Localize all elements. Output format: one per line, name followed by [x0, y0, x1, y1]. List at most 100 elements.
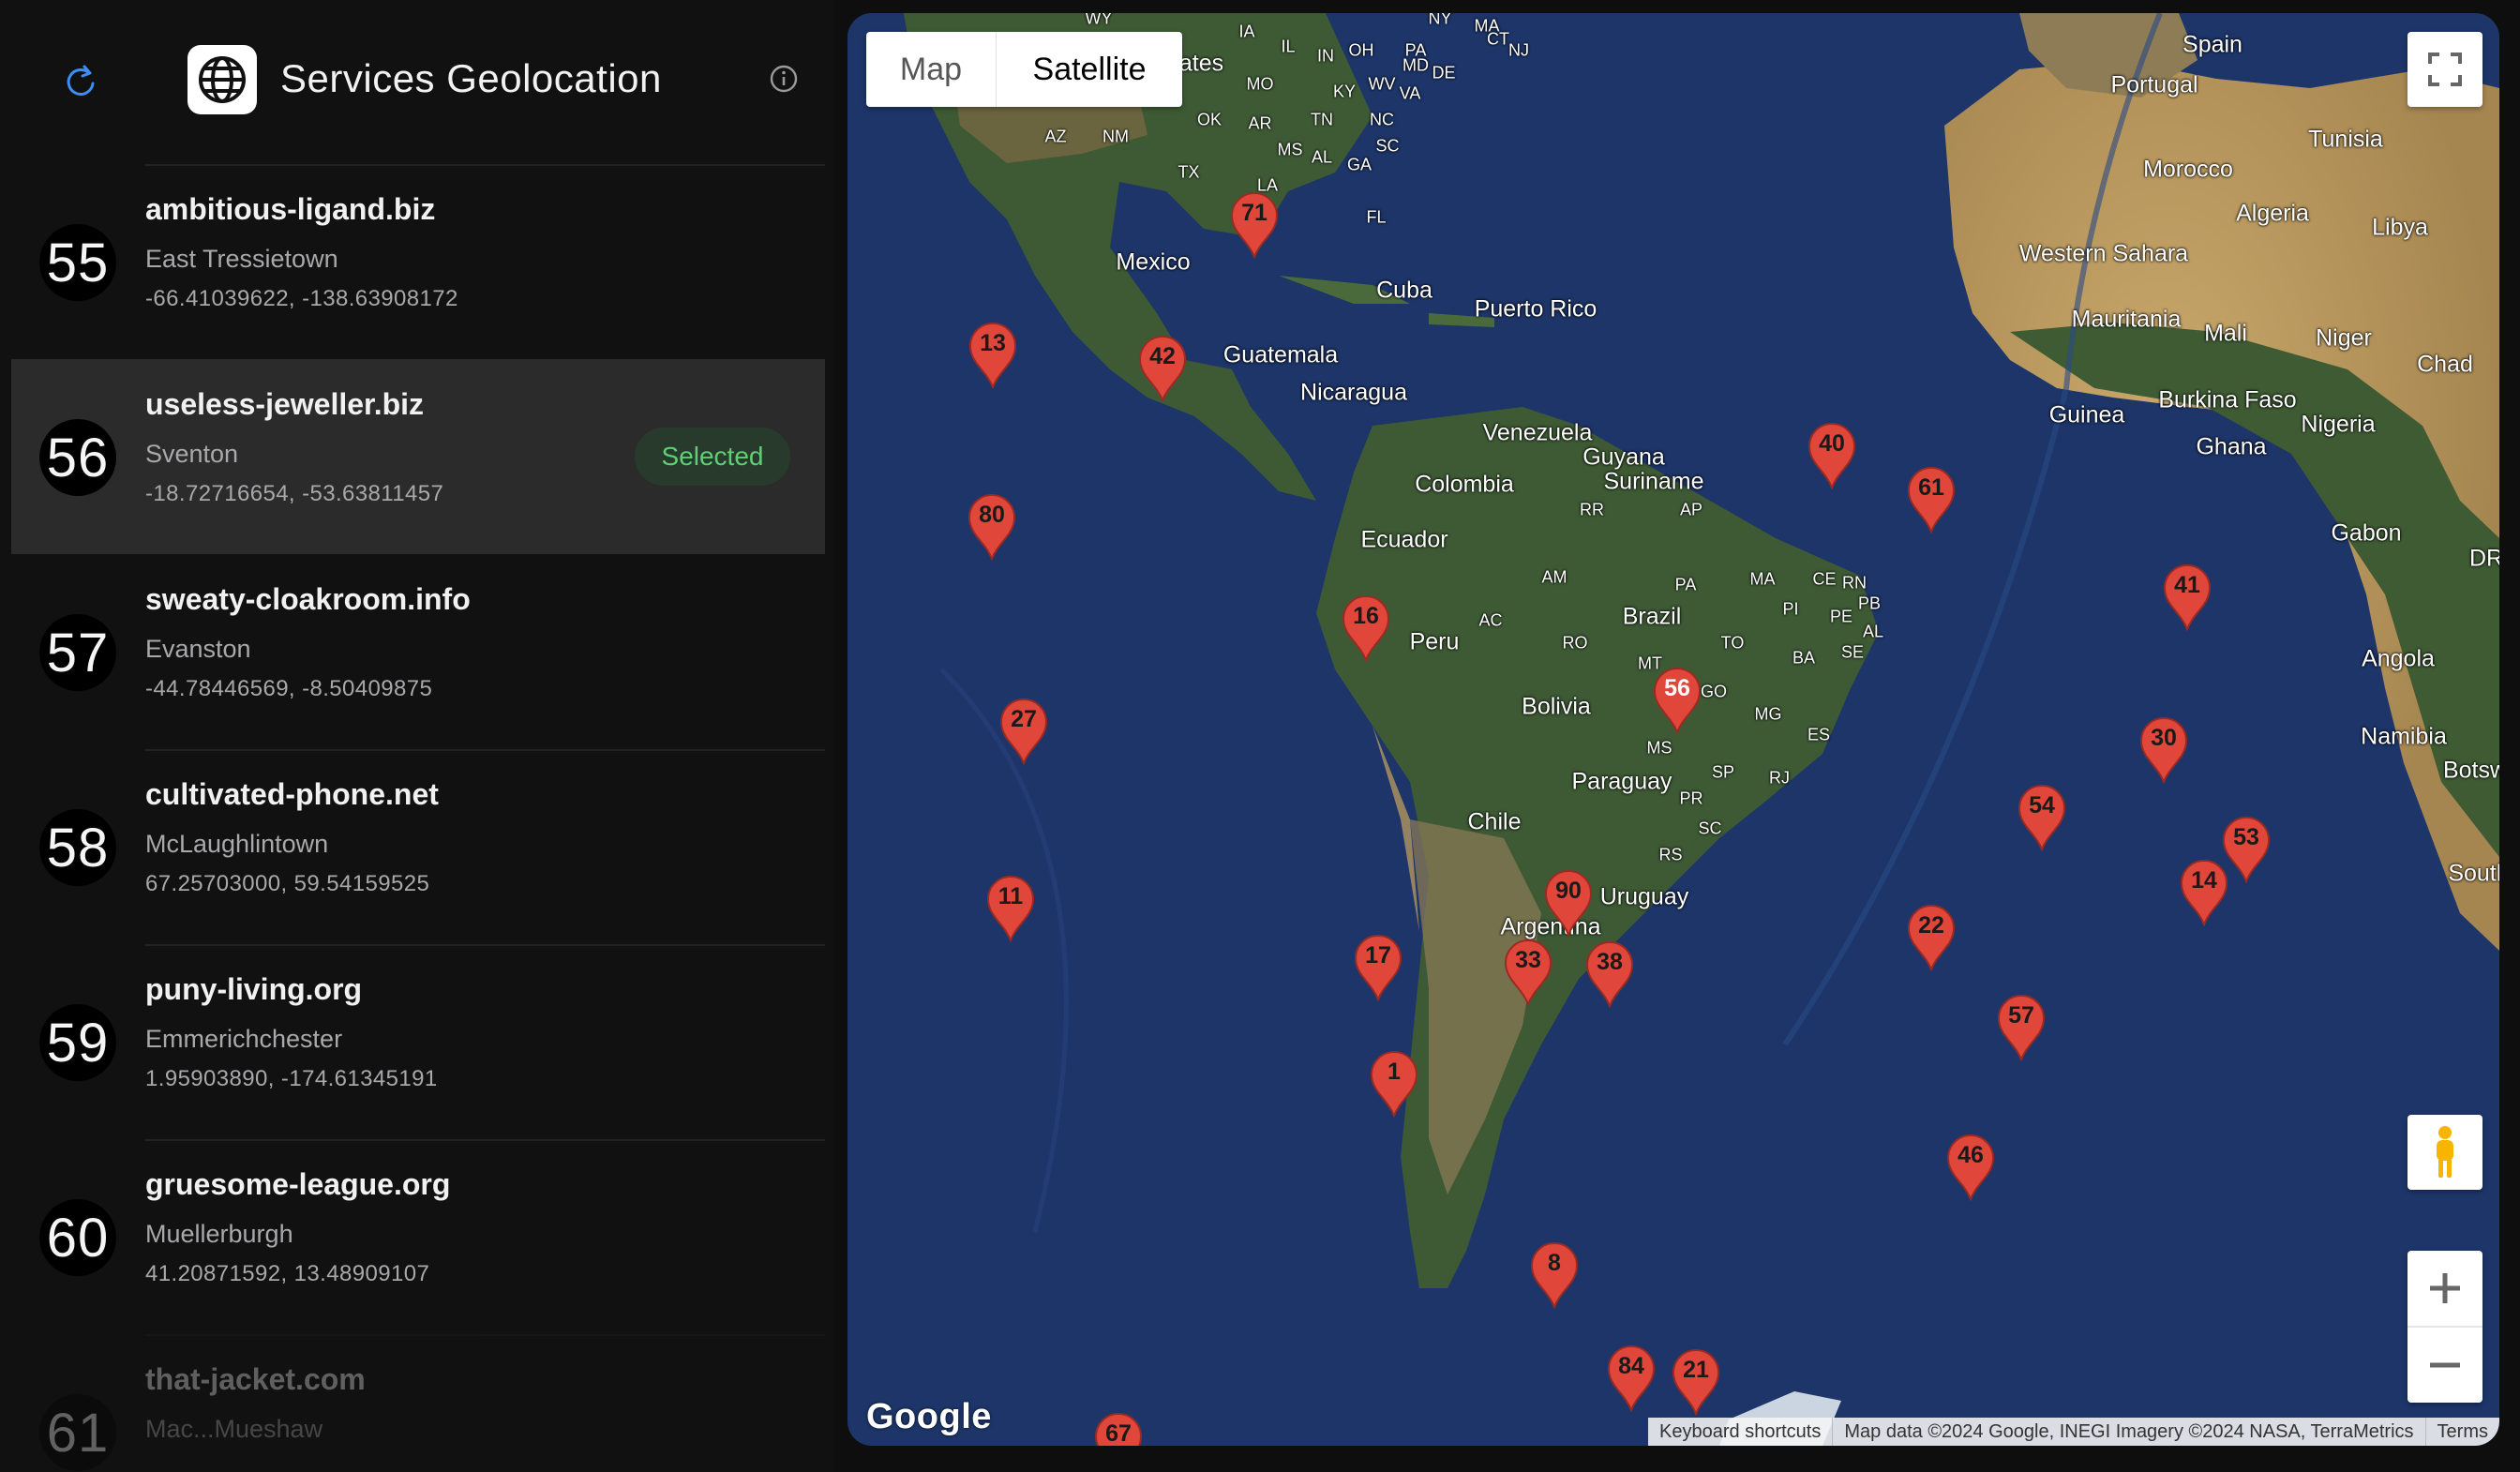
service-number-badge: 57 [39, 614, 116, 691]
service-number-badge: 59 [39, 1004, 116, 1081]
service-list-item[interactable]: 55 ambitious-ligand.biz East Tressietown… [11, 164, 825, 359]
map-marker[interactable]: 38 [1584, 940, 1635, 1008]
fullscreen-button[interactable] [2408, 32, 2482, 107]
keyboard-shortcuts-link[interactable]: Keyboard shortcuts [1648, 1418, 1832, 1446]
place-label: Mauritania [2071, 306, 2182, 333]
map-marker[interactable]: 21 [1671, 1348, 1721, 1416]
state-label: NY [1428, 13, 1452, 28]
map-marker[interactable]: 11 [985, 875, 1036, 942]
place-label: Mali [2204, 320, 2247, 347]
zoom-in-button[interactable] [2408, 1251, 2482, 1326]
service-number-badge: 60 [39, 1199, 116, 1276]
state-label: TN [1311, 110, 1333, 129]
refresh-icon [67, 65, 95, 96]
service-number-badge: 55 [39, 224, 116, 301]
refresh-button[interactable] [58, 58, 105, 105]
state-label: SC [1375, 136, 1400, 156]
map-marker[interactable]: 46 [1945, 1134, 1996, 1201]
place-label: Peru [1409, 628, 1460, 655]
map-type-control: Map Satellite [866, 32, 1182, 107]
state-label: MS [1646, 738, 1672, 758]
state-label: TO [1720, 633, 1745, 653]
map-marker[interactable]: 30 [2138, 716, 2189, 784]
info-button[interactable] [767, 62, 801, 96]
service-list-item[interactable]: 61 that-jacket.com Mac...Mueshaw [11, 1334, 825, 1472]
map-marker[interactable]: 27 [998, 698, 1049, 765]
map-marker[interactable]: 80 [967, 493, 1017, 561]
map-marker[interactable]: 54 [2017, 784, 2067, 851]
service-list-item-selected[interactable]: 56 useless-jeweller.biz Sventon -18.7271… [11, 359, 825, 554]
service-list-item[interactable]: 57 sweaty-cloakroom.info Evanston -44.78… [11, 554, 825, 749]
place-label: Chile [1467, 808, 1522, 835]
state-label: AC [1478, 610, 1503, 630]
map-type-map-button[interactable]: Map [866, 32, 997, 107]
globe-icon [199, 56, 246, 103]
place-label: Libya [2372, 214, 2428, 241]
place-label: Botsw [2442, 757, 2499, 784]
place-label: DR [2468, 545, 2499, 572]
service-domain: puny-living.org [145, 972, 363, 1006]
map-marker[interactable]: 16 [1341, 594, 1391, 662]
map-marker[interactable]: 17 [1353, 934, 1403, 1001]
state-label: TX [1178, 162, 1200, 182]
map-marker-selected[interactable]: 56 [1652, 667, 1702, 734]
state-label: PA [1674, 575, 1697, 594]
map-marker[interactable]: 84 [1606, 1344, 1657, 1412]
state-label: DE [1432, 63, 1456, 83]
map-marker[interactable]: 40 [1807, 422, 1857, 489]
state-label: WV [1368, 74, 1396, 94]
state-label: MA [1749, 569, 1776, 589]
map-attribution: Keyboard shortcuts Map data ©2024 Google… [1648, 1418, 2499, 1446]
service-number-badge: 58 [39, 809, 116, 886]
map-marker[interactable]: 90 [1543, 869, 1594, 937]
state-label: OK [1196, 110, 1222, 129]
service-list-item[interactable]: 60 gruesome-league.org Muellerburgh 41.2… [11, 1139, 825, 1334]
place-label: Nicaragua [1300, 379, 1407, 406]
map-marker[interactable]: 71 [1229, 191, 1280, 259]
service-domain: ambitious-ligand.biz [145, 192, 436, 226]
map-marker[interactable]: 8 [1529, 1241, 1580, 1309]
state-label: AR [1248, 113, 1272, 133]
map-marker[interactable]: 53 [2221, 816, 2272, 883]
zoom-out-button[interactable] [2408, 1328, 2482, 1403]
state-label: PE [1829, 607, 1853, 626]
state-label: WY [1085, 13, 1113, 28]
state-label: CE [1812, 569, 1837, 589]
place-label: Tunisia [2308, 126, 2383, 153]
app-title: Services Geolocation [280, 56, 662, 100]
map-marker[interactable]: 42 [1137, 335, 1188, 402]
state-label: RJ [1769, 768, 1790, 788]
terms-link[interactable]: Terms [2424, 1418, 2499, 1446]
service-city: McLaughlintown [145, 830, 329, 858]
map-data-text: Map data ©2024 Google, INEGI Imagery ©20… [1832, 1418, 2424, 1446]
place-label: Uruguay [1599, 883, 1689, 910]
map-marker[interactable]: 33 [1503, 939, 1553, 1006]
street-view-pegman-button[interactable] [2408, 1115, 2482, 1190]
service-domain: gruesome-league.org [145, 1167, 451, 1201]
map-marker[interactable]: 41 [2162, 563, 2212, 631]
state-label: BA [1792, 648, 1816, 668]
place-label: Guyana [1582, 443, 1665, 471]
map-marker[interactable]: 1 [1369, 1050, 1419, 1118]
service-list-item[interactable]: 59 puny-living.org Emmerichchester 1.959… [11, 944, 825, 1139]
separator [145, 749, 825, 751]
service-list-item[interactable]: 58 cultivated-phone.net McLaughlintown 6… [11, 749, 825, 944]
map-type-satellite-button[interactable]: Satellite [997, 32, 1182, 107]
state-label: MO [1246, 74, 1274, 94]
map-marker[interactable]: 13 [968, 322, 1018, 389]
selected-badge: Selected [635, 428, 790, 486]
map-marker[interactable]: 61 [1906, 466, 1957, 533]
services-list[interactable]: 55 ambitious-ligand.biz East Tressietown… [0, 164, 834, 1472]
place-label: Chad [2417, 351, 2473, 378]
service-coordinates: -18.72716654, -53.63811457 [145, 481, 444, 506]
state-label: GO [1700, 682, 1728, 701]
map-view[interactable]: Spain Portugal Morocco Tunisia Algeria L… [848, 13, 2499, 1446]
state-label: OH [1348, 40, 1374, 60]
map-marker[interactable]: 57 [1996, 994, 2047, 1061]
separator [145, 944, 825, 946]
map-marker[interactable]: 22 [1906, 904, 1957, 971]
service-domain: useless-jeweller.biz [145, 387, 425, 421]
map-marker[interactable]: 67 [1093, 1412, 1144, 1446]
minus-icon [2430, 1362, 2460, 1368]
place-label: Venezuela [1482, 419, 1593, 446]
